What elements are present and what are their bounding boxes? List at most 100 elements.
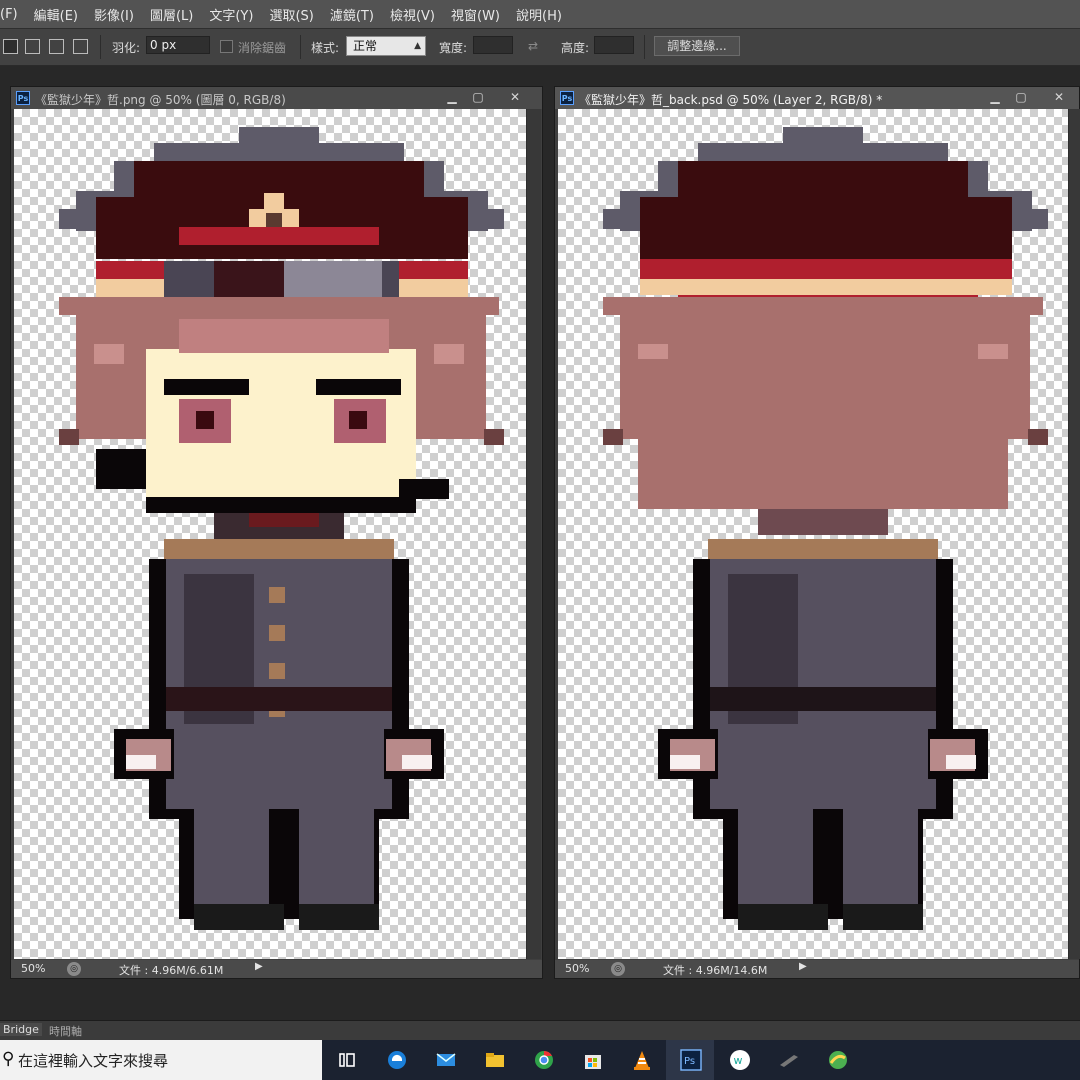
minimize-icon[interactable]: ▁ — [440, 89, 464, 105]
boot — [299, 904, 379, 930]
collar — [249, 513, 319, 527]
vertical-scrollbar[interactable] — [526, 109, 541, 959]
uniform-button — [269, 663, 285, 679]
divider — [644, 35, 645, 59]
height-input[interactable] — [594, 36, 634, 54]
menu-type[interactable]: 文字(Y) — [201, 5, 261, 24]
zoom-cycle-icon[interactable]: ◎ — [67, 962, 81, 976]
pixel-sprite-back — [603, 127, 1048, 930]
uniform-button — [269, 587, 285, 603]
menu-edit[interactable]: 編輯(E) — [26, 5, 86, 24]
w-app-icon[interactable]: w — [715, 1040, 763, 1080]
chrome-icon[interactable] — [519, 1040, 567, 1080]
swap-icon[interactable]: ⇄ — [528, 39, 538, 53]
dropdown-arrows-icon: ▲ — [414, 41, 421, 51]
canvas[interactable] — [14, 109, 526, 959]
tab-bridge[interactable]: Bridge — [0, 1023, 42, 1036]
pen-app-icon[interactable] — [764, 1040, 812, 1080]
edge-icon[interactable] — [372, 1040, 420, 1080]
subtract-selection-icon[interactable] — [49, 39, 64, 54]
task-view-icon[interactable] — [322, 1040, 370, 1080]
outline — [399, 479, 449, 499]
close-icon[interactable]: ✕ — [503, 89, 527, 105]
boot — [194, 904, 284, 930]
style-dropdown[interactable]: 正常 ▲ — [346, 36, 426, 56]
document-title-bar[interactable]: Ps 《監獄少年》哲.png @ 50% (圖層 0, RGB/8) ▁ ▢ ✕ — [11, 87, 542, 109]
document-size: 文件 : 4.96M/6.61M — [119, 964, 224, 977]
file-explorer-icon[interactable] — [470, 1040, 518, 1080]
pupil — [196, 411, 214, 429]
antialias-checkbox[interactable] — [220, 40, 233, 53]
cuff — [126, 755, 156, 769]
document-size: 文件 : 4.96M/14.6M — [663, 964, 768, 977]
pupil — [349, 411, 367, 429]
intersect-selection-icon[interactable] — [73, 39, 88, 54]
minimize-icon[interactable]: ▁ — [983, 89, 1007, 105]
document-window-back[interactable]: Ps 《監獄少年》哲_back.psd @ 50% (Layer 2, RGB/… — [554, 86, 1080, 979]
neck — [758, 509, 888, 535]
photoshop-icon[interactable]: Ps — [666, 1040, 714, 1080]
hair-highlight — [434, 344, 464, 364]
outline — [146, 497, 416, 513]
taskbar: ⚲ 在這裡輸入文字來搜尋 Ps w — [0, 1040, 1080, 1080]
document-title-bar[interactable]: Ps 《監獄少年》哲_back.psd @ 50% (Layer 2, RGB/… — [555, 87, 1079, 109]
vlc-icon[interactable] — [617, 1040, 665, 1080]
menu-select[interactable]: 選取(S) — [261, 5, 321, 24]
boot — [738, 904, 828, 930]
boot — [843, 904, 923, 930]
hair-back — [638, 359, 1008, 509]
feather-input[interactable]: 0 px — [146, 36, 210, 54]
vertical-scrollbar[interactable] — [1068, 109, 1080, 959]
menu-window[interactable]: 視窗(W) — [443, 5, 508, 24]
status-menu-arrow-icon[interactable]: ▶ — [799, 961, 807, 972]
leg — [194, 809, 269, 904]
hat-trim — [640, 279, 1012, 295]
hair-highlight — [94, 344, 124, 364]
close-icon[interactable]: ✕ — [1047, 89, 1071, 105]
add-selection-icon[interactable] — [25, 39, 40, 54]
divider — [300, 35, 301, 59]
store-icon[interactable] — [568, 1040, 616, 1080]
hair-tip — [59, 429, 79, 445]
options-bar: 羽化: 0 px 消除鋸齒 樣式: 正常 ▲ 寬度: ⇄ 高度: 調整邊緣... — [0, 28, 1080, 66]
menu-file[interactable]: (F) — [0, 7, 26, 22]
shoulders — [164, 539, 394, 559]
panel-tab-bar: Bridge 時間軸 — [0, 1020, 1080, 1040]
new-selection-icon[interactable] — [3, 39, 18, 54]
leg — [738, 809, 813, 904]
hat-body — [678, 161, 968, 201]
uniform-button — [269, 625, 285, 641]
cuff — [670, 755, 700, 769]
leg — [843, 809, 918, 904]
menu-image[interactable]: 影像(I) — [86, 5, 142, 24]
width-input[interactable] — [473, 36, 513, 54]
mail-icon[interactable] — [421, 1040, 469, 1080]
menu-filter[interactable]: 濾鏡(T) — [322, 5, 382, 24]
hat-trim — [179, 227, 379, 245]
zoom-level[interactable]: 50% — [565, 962, 589, 975]
menu-view[interactable]: 檢視(V) — [382, 5, 443, 24]
refine-edge-button[interactable]: 調整邊緣... — [654, 36, 740, 56]
cuff — [402, 755, 432, 769]
zoom-cycle-icon[interactable]: ◎ — [611, 962, 625, 976]
eyebrow — [164, 379, 249, 395]
maximize-icon[interactable]: ▢ — [466, 89, 490, 105]
divider — [100, 35, 101, 59]
canvas[interactable] — [558, 109, 1068, 959]
maximize-icon[interactable]: ▢ — [1009, 89, 1033, 105]
status-menu-arrow-icon[interactable]: ▶ — [255, 961, 263, 972]
menu-help[interactable]: 說明(H) — [508, 5, 570, 24]
zoom-level[interactable]: 50% — [21, 962, 45, 975]
map-app-icon[interactable] — [813, 1040, 861, 1080]
belt — [710, 687, 936, 711]
taskbar-search[interactable]: ⚲ 在這裡輸入文字來搜尋 — [0, 1040, 322, 1080]
hair-tip — [484, 429, 504, 445]
menu-layer[interactable]: 圖層(L) — [142, 5, 201, 24]
document-window-front[interactable]: Ps 《監獄少年》哲.png @ 50% (圖層 0, RGB/8) ▁ ▢ ✕… — [10, 86, 543, 979]
leg — [299, 809, 374, 904]
antialias-label: 消除鋸齒 — [238, 41, 287, 55]
document-title: 《監獄少年》哲.png @ 50% (圖層 0, RGB/8) — [35, 93, 286, 107]
photoshop-doc-icon: Ps — [560, 91, 574, 105]
hair-tip — [603, 429, 623, 445]
tab-timeline[interactable]: 時間軸 — [46, 1023, 85, 1039]
